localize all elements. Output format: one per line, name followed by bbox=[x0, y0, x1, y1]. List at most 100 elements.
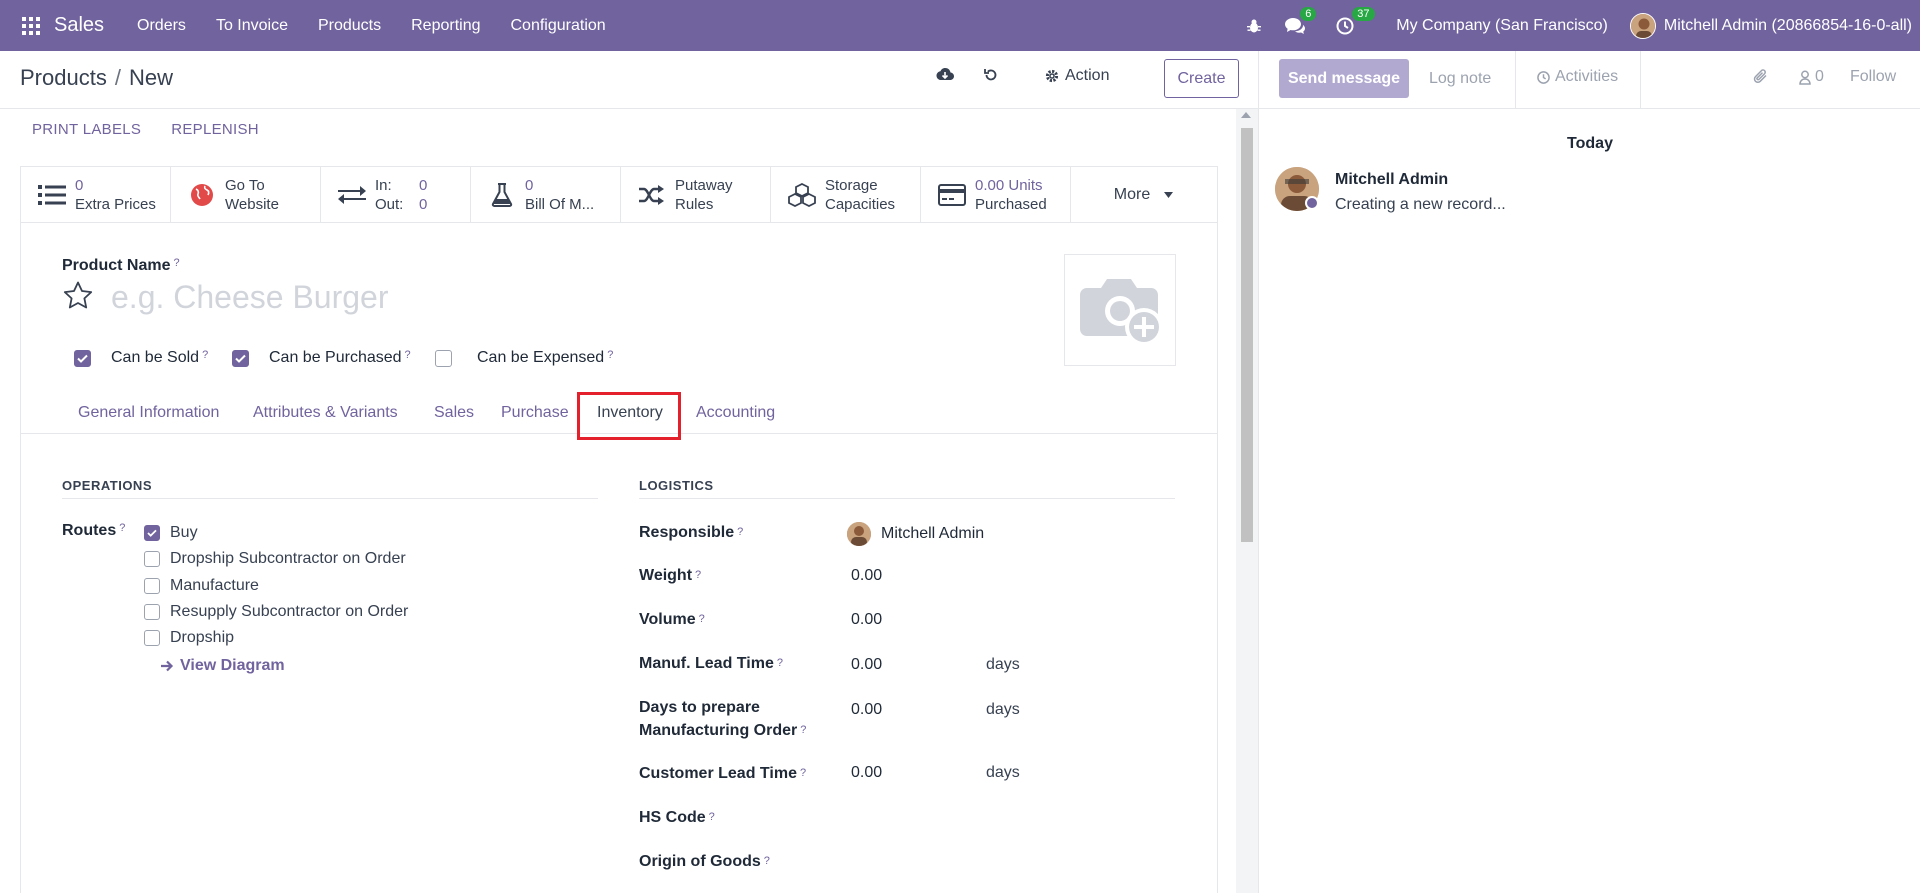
tab-purchase[interactable]: Purchase bbox=[501, 404, 569, 422]
manuf-lead-time-input[interactable]: 0.00 bbox=[851, 656, 882, 674]
weight-help[interactable]: ? bbox=[695, 569, 701, 581]
follow-button[interactable]: Follow bbox=[1850, 68, 1896, 86]
save-cloud-icon[interactable] bbox=[936, 67, 954, 82]
responsible-help[interactable]: ? bbox=[737, 526, 743, 538]
user-avatar[interactable] bbox=[1629, 12, 1656, 39]
log-note-button[interactable]: Log note bbox=[1429, 70, 1491, 88]
app-name[interactable]: Sales bbox=[54, 14, 104, 37]
activities-badge: 37 bbox=[1352, 6, 1375, 21]
route-manufacture[interactable]: Manufacture bbox=[144, 577, 259, 595]
menu-reporting[interactable]: Reporting bbox=[411, 17, 480, 35]
scrollbar-thumb[interactable] bbox=[1241, 128, 1253, 542]
activities-button[interactable]: Activities bbox=[1537, 68, 1618, 86]
putaway-rules-button[interactable]: Putaway Rules bbox=[621, 167, 771, 222]
route-buy[interactable]: Buy bbox=[144, 524, 198, 542]
days-to-prepare-help[interactable]: ? bbox=[800, 724, 806, 736]
volume-input[interactable]: 0.00 bbox=[851, 611, 882, 629]
go-to-website-button[interactable]: Go To Website bbox=[171, 167, 321, 222]
product-name-input[interactable]: e.g. Cheese Burger bbox=[111, 279, 389, 316]
create-button[interactable]: Create bbox=[1164, 59, 1239, 98]
messages-icon[interactable]: 6 bbox=[1284, 6, 1317, 35]
manuf-lead-time-help[interactable]: ? bbox=[777, 657, 783, 669]
message-author[interactable]: Mitchell Admin bbox=[1335, 171, 1448, 189]
storage-line1: Storage bbox=[825, 176, 878, 194]
responsible-label: Responsible? bbox=[639, 521, 743, 544]
storage-capacities-button[interactable]: Storage Capacities bbox=[771, 167, 921, 222]
menu-products[interactable]: Products bbox=[318, 17, 381, 35]
can-be-purchased-checkbox[interactable] bbox=[232, 349, 249, 367]
extra-prices-label: Extra Prices bbox=[75, 195, 156, 213]
customer-lead-time-input[interactable]: 0.00 bbox=[851, 764, 882, 782]
inventory-tab-highlight bbox=[577, 392, 681, 440]
chatter-divider-1 bbox=[1515, 51, 1516, 109]
followers-button[interactable]: 0 bbox=[1799, 68, 1824, 86]
action-menu-button[interactable]: Action bbox=[1045, 67, 1109, 85]
route-resupply-subcontractor[interactable]: Resupply Subcontractor on Order bbox=[144, 603, 408, 621]
can-be-expensed-checkbox[interactable] bbox=[435, 349, 452, 367]
route-dropship-label: Dropship bbox=[170, 629, 235, 646]
product-image-upload[interactable] bbox=[1064, 254, 1176, 366]
customer-lead-time-unit: days bbox=[986, 764, 1020, 781]
route-dropship[interactable]: Dropship bbox=[144, 629, 234, 647]
company-switcher[interactable]: My Company (San Francisco) bbox=[1396, 17, 1608, 35]
can-be-expensed-field[interactable]: Can be Expensed? bbox=[435, 349, 613, 367]
purchased-button[interactable]: 0.00 Units Purchased bbox=[921, 167, 1071, 222]
customer-lead-time-help[interactable]: ? bbox=[800, 767, 806, 779]
more-button[interactable]: More bbox=[1071, 167, 1216, 222]
discard-undo-icon[interactable] bbox=[983, 67, 999, 83]
chatter-panel: Send message Log note Activities 0 Follo… bbox=[1258, 51, 1920, 893]
can-be-sold-checkbox[interactable] bbox=[74, 349, 91, 367]
can-be-purchased-field[interactable]: Can be Purchased? bbox=[232, 349, 411, 367]
weight-label: Weight? bbox=[639, 564, 701, 587]
scroll-up-arrow-icon[interactable] bbox=[1241, 112, 1251, 118]
can-be-expensed-label: Can be Expensed? bbox=[477, 349, 613, 367]
activities-clock-icon[interactable]: 37 bbox=[1336, 6, 1375, 35]
in-out-button[interactable]: In: 0 Out: 0 bbox=[321, 167, 471, 222]
can-be-expensed-text: Can be Expensed bbox=[477, 349, 605, 366]
tab-accounting[interactable]: Accounting bbox=[696, 404, 775, 422]
route-dropship-subcontractor-checkbox[interactable] bbox=[144, 551, 160, 567]
origin-of-goods-help[interactable]: ? bbox=[764, 855, 770, 867]
bill-of-materials-button[interactable]: 0 Bill Of M... bbox=[471, 167, 621, 222]
weight-input[interactable]: 0.00 bbox=[851, 567, 882, 585]
print-labels-button[interactable]: PRINT LABELS bbox=[32, 121, 141, 138]
favorite-star-icon[interactable] bbox=[63, 281, 93, 310]
menu-orders[interactable]: Orders bbox=[137, 17, 186, 35]
view-diagram-link[interactable]: View Diagram bbox=[161, 657, 285, 675]
product-name-help[interactable]: ? bbox=[173, 257, 179, 269]
route-dropship-subcontractor-label: Dropship Subcontractor on Order bbox=[170, 550, 406, 567]
customer-lead-time-label-text: Customer Lead Time bbox=[639, 765, 797, 782]
breadcrumb-products[interactable]: Products bbox=[20, 65, 107, 90]
credit-card-icon bbox=[937, 183, 967, 206]
attachment-paperclip-icon[interactable] bbox=[1753, 68, 1769, 85]
tab-general-information[interactable]: General Information bbox=[78, 404, 219, 422]
route-resupply-subcontractor-checkbox[interactable] bbox=[144, 604, 160, 620]
extra-prices-value: 0 bbox=[75, 176, 84, 194]
debug-bug-icon[interactable] bbox=[1246, 18, 1262, 34]
route-buy-checkbox[interactable] bbox=[144, 525, 160, 541]
app-menu-icon[interactable] bbox=[16, 11, 46, 41]
routes-help[interactable]: ? bbox=[119, 522, 125, 534]
can-be-sold-field[interactable]: Can be Sold? bbox=[74, 349, 208, 367]
tab-sales[interactable]: Sales bbox=[434, 404, 474, 422]
route-manufacture-checkbox[interactable] bbox=[144, 578, 160, 594]
putaway-line1: Putaway bbox=[675, 176, 733, 194]
route-dropship-checkbox[interactable] bbox=[144, 630, 160, 646]
user-menu[interactable]: Mitchell Admin (20866854-16-0-all) bbox=[1664, 17, 1912, 35]
volume-help[interactable]: ? bbox=[699, 613, 705, 625]
hs-code-help[interactable]: ? bbox=[709, 811, 715, 823]
control-panel: Products / New Action Create bbox=[0, 51, 1258, 109]
replenish-button[interactable]: REPLENISH bbox=[171, 121, 259, 138]
routes-label: Routes? bbox=[62, 522, 125, 540]
can-be-expensed-help[interactable]: ? bbox=[607, 349, 613, 361]
can-be-purchased-help[interactable]: ? bbox=[405, 349, 411, 361]
send-message-button[interactable]: Send message bbox=[1279, 59, 1409, 98]
can-be-sold-help[interactable]: ? bbox=[202, 349, 208, 361]
responsible-field[interactable]: Mitchell Admin bbox=[847, 522, 984, 546]
tab-attributes-variants[interactable]: Attributes & Variants bbox=[253, 404, 398, 422]
route-dropship-subcontractor[interactable]: Dropship Subcontractor on Order bbox=[144, 550, 406, 568]
menu-configuration[interactable]: Configuration bbox=[511, 17, 606, 35]
days-to-prepare-input[interactable]: 0.00 bbox=[851, 701, 882, 719]
extra-prices-button[interactable]: 0 Extra Prices bbox=[21, 167, 171, 222]
menu-to-invoice[interactable]: To Invoice bbox=[216, 17, 288, 35]
